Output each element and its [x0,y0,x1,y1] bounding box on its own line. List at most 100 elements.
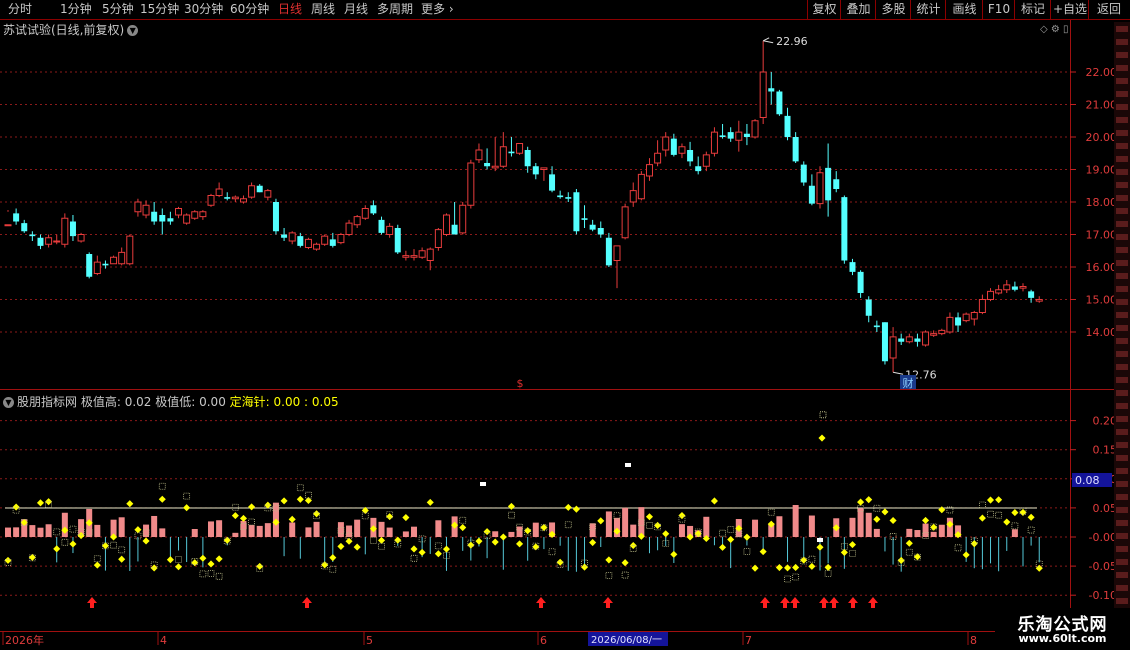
indicator-square [819,411,827,419]
buy-arrow-icon [829,597,839,608]
indicator-diamond [1019,508,1027,516]
price-axis-label: 19.00 [1086,164,1118,177]
date-axis-label: 6 [540,634,547,647]
indicator-square [905,548,913,556]
indicator-square [183,492,191,500]
indicator-diamond [434,550,442,558]
indicator-square [61,538,69,546]
candle-body [264,190,272,198]
candle-body [833,179,840,189]
edge-mark [1116,416,1128,422]
indicator-bar [264,523,271,537]
candle-body [613,245,621,261]
indicator-square [792,573,800,581]
indicator-diamond [572,505,580,513]
edge-mark [1116,247,1128,253]
candle-body [581,218,588,220]
candle-body [21,223,28,232]
indicator-diamond [727,535,735,544]
candle-body [995,289,1003,294]
indicator-bar [94,524,101,537]
indicator-diamond [645,513,654,521]
indicator-diamond [605,556,613,564]
indicator-square [548,548,556,556]
indicator-square [995,511,1003,519]
candle-body [134,201,142,213]
indicator-diamond [418,548,426,556]
candle-body [978,299,986,313]
indicator-diamond [848,541,857,549]
edge-mark [1116,52,1128,58]
date-axis-label: 8 [970,634,977,647]
candle-body [597,228,604,235]
indicator-diamond [865,496,873,504]
edge-mark [1116,260,1128,266]
candle-body [662,136,670,151]
indicator-bar [216,520,223,537]
candle-body [1011,286,1018,290]
indicator-diamond [670,550,678,558]
candle-body [516,143,524,154]
indicator-diamond [1011,509,1019,517]
buy-arrow-icon [819,597,829,608]
candle-body [751,120,759,138]
candle-body [442,214,450,235]
candle-body [475,149,483,161]
indicator-bar [45,524,52,537]
indicator-diamond [840,548,848,556]
side-panel-edge[interactable] [1114,22,1130,632]
high-marker-arrow [762,37,774,44]
buy-arrow-icon [868,597,878,608]
candle-body [710,131,718,154]
edge-mark [1116,507,1128,513]
indicator-bar [337,522,344,537]
candle-body [524,150,531,167]
candle-body [281,234,288,238]
candle-body [987,290,995,300]
indicator-bar [622,507,629,537]
indicator-square [646,522,653,529]
high-price-label: 22.96 [776,35,808,48]
indicator-bar [13,527,20,537]
edge-mark [1116,143,1128,149]
indicator-bar [354,519,361,537]
date-axis-label: 4 [160,634,167,647]
indicator-bar [256,525,263,537]
edge-mark [1116,468,1128,474]
edge-mark [1116,299,1128,305]
price-axis-label: 14.00 [1086,326,1118,339]
candle-body [231,196,239,200]
indicator-diamond [321,561,329,569]
indicator-diamond [402,514,410,522]
candle-body [467,162,475,206]
indicator-diamond [597,517,605,525]
candle-body [86,254,93,277]
edge-mark [1116,169,1128,175]
candle-body [394,228,401,253]
candle-body [191,211,199,219]
candle-body [459,204,467,234]
indicator-bar [118,517,125,537]
candle-body [321,235,329,245]
indicator-bar [5,527,11,537]
indicator-bar [313,521,320,537]
buy-arrow-icon [302,597,312,608]
indicator-bar [37,527,44,537]
indicator-diamond [678,512,686,520]
candle-body [881,322,888,362]
indicator-diamond [377,536,386,544]
chart-canvas[interactable]: 22.00 21.00 20.00 19.00 18.00 17.00 16.00 15.00… [0,0,1130,650]
indicator-bar [865,512,872,537]
indicator-diamond [662,530,670,538]
indicator-diamond [483,528,491,536]
indicator-diamond [783,564,792,572]
candle-body [670,138,677,155]
candle-body [735,131,743,141]
indicator-diamond [53,545,61,553]
candle-body [1019,286,1027,289]
indicator-square [378,542,385,550]
indicator-bar [378,521,385,537]
indicator-bar [703,516,710,537]
indicator-diamond [93,561,101,569]
indicator-diamond [507,502,515,510]
